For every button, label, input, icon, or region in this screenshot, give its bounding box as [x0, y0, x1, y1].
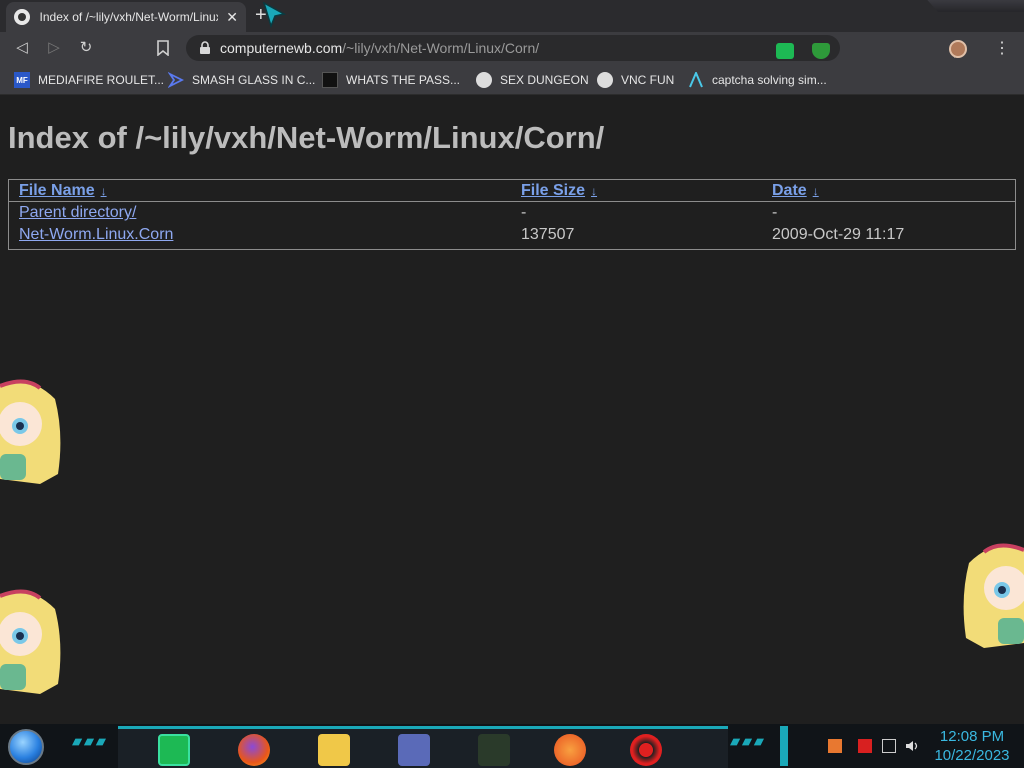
- shield-extension-icon[interactable]: [812, 43, 830, 59]
- network-icon[interactable]: [882, 739, 896, 753]
- bookmark-label: WHATS THE PASS...: [346, 73, 461, 87]
- firefox-icon[interactable]: [238, 734, 270, 766]
- column-header-date: Date ↓: [762, 180, 1015, 202]
- page-title: Index of /~lily/vxh/Net-Worm/Linux/Corn/: [8, 120, 605, 155]
- clock-date: 10/22/2023: [934, 747, 1010, 764]
- p-app-icon[interactable]: [554, 734, 586, 766]
- column-header-name: File Name ↓: [9, 180, 511, 202]
- smash-icon: [168, 72, 184, 88]
- table-header-row: File Name ↓ File Size ↓ Date ↓: [9, 180, 1015, 202]
- start-button[interactable]: [8, 729, 44, 765]
- file-size: 137507: [521, 226, 575, 243]
- clock-time: 12:08 PM: [939, 728, 1005, 745]
- file-date: 2009-Oct-29 11:17: [772, 226, 905, 243]
- url-path: /~lily/vxh/Net-Worm/Linux/Corn/: [342, 40, 540, 56]
- cartoon-character-sticker: [0, 589, 61, 694]
- tray-app-icon[interactable]: [828, 739, 842, 753]
- page-content: Index of /~lily/vxh/Net-Worm/Linux/Corn/…: [0, 96, 1024, 724]
- bookmark-item[interactable]: WHATS THE PASS...: [322, 70, 460, 90]
- tab-close-icon[interactable]: ✕: [226, 9, 238, 26]
- browser-toolbar: ◁ ▷ ↻ computernewb.com/~lily/vxh/Net-Wor…: [0, 32, 1024, 64]
- bookmark-label: SEX DUNGEON: [500, 73, 589, 87]
- radiation-app-icon[interactable]: [630, 734, 662, 766]
- sort-arrow-icon[interactable]: ↓: [101, 184, 107, 198]
- address-bar[interactable]: computernewb.com/~lily/vxh/Net-Worm/Linu…: [186, 35, 955, 61]
- lock-icon: [200, 41, 210, 54]
- file-table: File Name ↓ File Size ↓ Date ↓ Parent direc…: [9, 180, 1015, 245]
- bookmark-label: SMASH GLASS IN C...: [192, 73, 316, 87]
- cartoon-character-sticker: [0, 379, 61, 484]
- site-icon: [597, 72, 613, 88]
- bookmark-label: MEDIAFIRE ROULET...: [38, 73, 165, 87]
- sort-arrow-icon[interactable]: ↓: [591, 184, 597, 198]
- site-favicon-icon: [14, 9, 30, 25]
- system-clock[interactable]: 12:08 PM 10/22/2023: [928, 727, 1016, 765]
- file-link[interactable]: Net-Worm.Linux.Corn: [19, 226, 173, 243]
- profile-avatar[interactable]: [949, 40, 967, 58]
- bookmark-item[interactable]: MF MEDIAFIRE ROULET...: [14, 70, 164, 90]
- site-icon: [476, 72, 492, 88]
- action-center-flag-icon[interactable]: [858, 739, 872, 753]
- sort-by-size-link[interactable]: File Size: [521, 182, 585, 199]
- cartoon-character-sticker: [963, 543, 1024, 648]
- notes-app-icon[interactable]: [158, 734, 190, 766]
- caret-icon: [689, 72, 703, 88]
- bookmark-item[interactable]: captcha solving sim...: [688, 70, 827, 90]
- column-header-size: File Size ↓: [511, 180, 762, 202]
- bookmark-item[interactable]: SEX DUNGEON: [476, 70, 589, 90]
- sort-arrow-icon[interactable]: ↓: [813, 184, 819, 198]
- lock-icon: [322, 72, 338, 88]
- bookmark-label: captcha solving sim...: [712, 73, 827, 87]
- bookmark-label: VNC FUN: [621, 73, 675, 87]
- back-button[interactable]: ◁: [12, 38, 32, 58]
- forward-button[interactable]: ▷: [44, 38, 64, 58]
- bookmark-item[interactable]: SMASH GLASS IN C...: [168, 70, 315, 90]
- tab-title: Index of /~lily/vxh/Net-Worm/Linux/Corn/: [39, 10, 219, 24]
- taskbar-decoration: [730, 738, 764, 746]
- bookmark-star-icon[interactable]: [156, 40, 170, 56]
- file-date: -: [772, 204, 778, 222]
- reload-button[interactable]: ↻: [76, 38, 96, 58]
- tab-strip: Index of /~lily/vxh/Net-Worm/Linux/Corn/…: [0, 0, 1024, 32]
- browser-tab[interactable]: Index of /~lily/vxh/Net-Worm/Linux/Corn/…: [6, 2, 246, 32]
- sort-by-date-link[interactable]: Date: [772, 182, 807, 199]
- file-link[interactable]: Parent directory/: [19, 204, 136, 221]
- notes-extension-icon[interactable]: [776, 43, 794, 59]
- file-explorer-icon[interactable]: [318, 734, 350, 766]
- file-size: -: [521, 204, 527, 222]
- menu-button[interactable]: ⋮: [994, 38, 1010, 58]
- url-host: computernewb.com: [220, 40, 343, 56]
- directory-listing: File Name ↓ File Size ↓ Date ↓ Parent direc…: [8, 179, 1016, 250]
- bookmarks-bar: MF MEDIAFIRE ROULET... SMASH GLASS IN C.…: [0, 64, 1024, 95]
- mouse-cursor-icon: [262, 2, 286, 28]
- volume-icon[interactable]: [905, 739, 919, 753]
- show-desktop-button[interactable]: [780, 726, 788, 766]
- taskbar: 12:08 PM 10/22/2023: [0, 724, 1024, 768]
- mediafire-icon: MF: [14, 72, 30, 88]
- table-row: Parent directory/ - -: [9, 201, 1015, 223]
- table-row: Net-Worm.Linux.Corn 137507 2009-Oct-29 1…: [9, 223, 1015, 245]
- flower-app-icon[interactable]: [478, 734, 510, 766]
- app-window-icon[interactable]: [398, 734, 430, 766]
- sort-by-name-link[interactable]: File Name: [19, 182, 95, 199]
- taskbar-decoration: [72, 738, 106, 746]
- taskbar-dock: [118, 726, 728, 768]
- bookmark-item[interactable]: VNC FUN: [597, 70, 674, 90]
